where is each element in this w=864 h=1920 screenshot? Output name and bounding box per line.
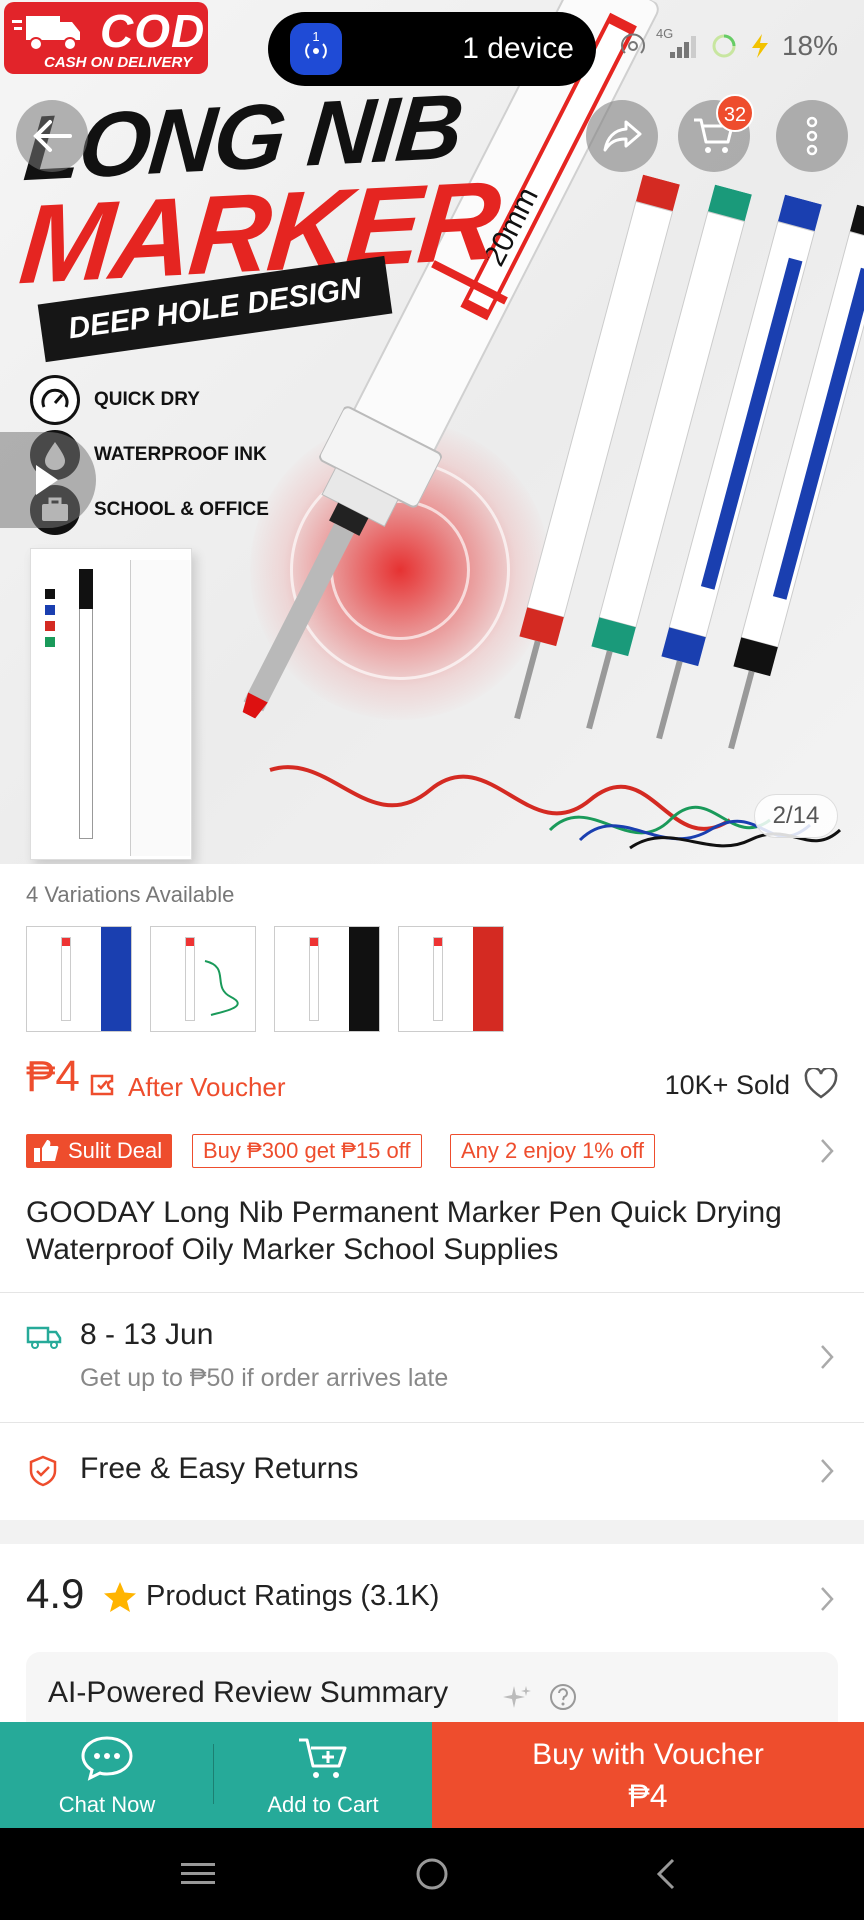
chat-bubble-icon	[81, 1736, 133, 1781]
deal-main-label: Sulit Deal	[68, 1138, 163, 1163]
shield-check-icon	[29, 1455, 57, 1487]
returns-label: Free & Easy Returns	[80, 1452, 359, 1485]
chevron-right-icon	[821, 1459, 834, 1483]
thumbs-up-icon	[34, 1140, 59, 1162]
more-options-button[interactable]	[776, 100, 848, 172]
variations-title: 4 Variations Available	[26, 882, 235, 907]
device-connection-pill[interactable]: 1 1 device	[268, 12, 596, 86]
share-button[interactable]	[586, 100, 658, 172]
variation-thumb-red[interactable]	[398, 926, 504, 1032]
chat-now-label: Chat Now	[58, 1792, 156, 1817]
buy-with-voucher-button[interactable]: Buy with Voucher ₱4	[432, 1722, 864, 1828]
variation-thumb-black[interactable]	[274, 926, 380, 1032]
heart-icon[interactable]	[804, 1068, 838, 1100]
pill-badge: 1	[312, 28, 320, 44]
signal-icon: 4G	[656, 26, 700, 60]
broadcast-icon: 1	[290, 23, 342, 75]
product-box-side	[130, 560, 190, 856]
delivery-date: 8 - 13 Jun	[80, 1318, 214, 1351]
add-to-cart-label: Add to Cart	[267, 1792, 379, 1817]
gauge-icon	[30, 375, 80, 425]
sulit-deal-badge[interactable]: Sulit Deal	[26, 1134, 173, 1168]
feature-label: SCHOOL & OFFICE	[94, 499, 269, 520]
help-question-icon[interactable]	[548, 1682, 578, 1712]
charging-bolt-icon	[751, 34, 768, 58]
chat-now-button[interactable]: Chat Now	[0, 1722, 214, 1828]
sold-count: 10K+ Sold	[664, 1070, 790, 1100]
variation-thumb-green[interactable]	[150, 926, 256, 1032]
menu-lines-icon	[181, 1863, 215, 1884]
home-button[interactable]	[410, 1852, 454, 1896]
hotspot-icon	[620, 33, 645, 54]
pill-text: 1 device	[462, 32, 574, 65]
buy-price: ₱4	[628, 1778, 668, 1814]
system-back-button[interactable]	[644, 1852, 688, 1896]
more-vertical-icon	[806, 116, 818, 156]
feature-label: WATERPROOF INK	[94, 444, 267, 465]
rating-score: 4.9	[26, 1570, 85, 1617]
feature-label: QUICK DRY	[94, 389, 200, 410]
system-navigation-bar	[0, 1828, 864, 1920]
back-button[interactable]	[16, 100, 88, 172]
star-icon	[104, 1582, 136, 1612]
cart-button[interactable]: 32	[678, 94, 754, 172]
add-to-cart-button[interactable]: Add to Cart	[214, 1722, 432, 1828]
cod-subtitle: CASH ON DELIVERY	[44, 54, 193, 71]
divider	[0, 1422, 864, 1423]
delivery-truck-icon	[12, 16, 80, 51]
bottom-action-bar: Chat Now Add to Cart Buy with Voucher ₱4	[0, 1722, 864, 1828]
cart-plus-icon	[299, 1738, 347, 1778]
cod-badge: COD CASH ON DELIVERY	[4, 2, 208, 74]
deal-tag-bundle[interactable]: Any 2 enjoy 1% off	[450, 1134, 656, 1168]
variation-thumb-blue[interactable]	[26, 926, 132, 1032]
video-play-button[interactable]	[0, 432, 96, 528]
chevron-right-icon	[821, 1345, 834, 1369]
feature-quick-dry: QUICK DRY	[30, 374, 200, 426]
system-status-icons: 4G 18%	[620, 26, 838, 62]
gallery-counter: 2/14	[754, 794, 838, 838]
home-circle-icon	[416, 1858, 448, 1890]
ink-scribble-decoration	[269, 765, 842, 850]
price: ₱4	[26, 1052, 80, 1101]
section-gap	[0, 1520, 864, 1544]
voucher-icon	[90, 1074, 114, 1096]
divider	[0, 1292, 864, 1293]
chevron-right-icon	[821, 1587, 834, 1611]
ratings-label: Product Ratings (3.1K)	[146, 1580, 440, 1612]
ai-summary-title: AI-Powered Review Summary	[48, 1676, 449, 1709]
after-voucher-label: After Voucher	[128, 1072, 286, 1102]
cart-count-badge: 32	[716, 94, 754, 132]
chevron-right-icon[interactable]	[820, 1138, 834, 1164]
play-icon	[36, 465, 58, 495]
network-label: 4G	[655, 26, 674, 41]
recent-apps-button[interactable]	[176, 1852, 220, 1896]
product-title: GOODAY Long Nib Permanent Marker Pen Qui…	[26, 1196, 782, 1266]
share-arrow-icon	[603, 120, 642, 152]
chevron-left-icon	[656, 1858, 675, 1890]
battery-percent: 18%	[781, 30, 838, 61]
deal-tag-spend[interactable]: Buy ₱300 get ₱15 off	[192, 1134, 422, 1168]
shipping-truck-icon	[26, 1326, 62, 1349]
buy-label: Buy with Voucher	[532, 1738, 764, 1771]
arrow-left-icon	[33, 120, 72, 152]
cod-title: COD	[100, 5, 206, 57]
delivery-guarantee: Get up to ₱50 if order arrives late	[80, 1364, 449, 1392]
sparkle-icon	[503, 1686, 531, 1708]
loading-ring-icon	[712, 34, 736, 58]
